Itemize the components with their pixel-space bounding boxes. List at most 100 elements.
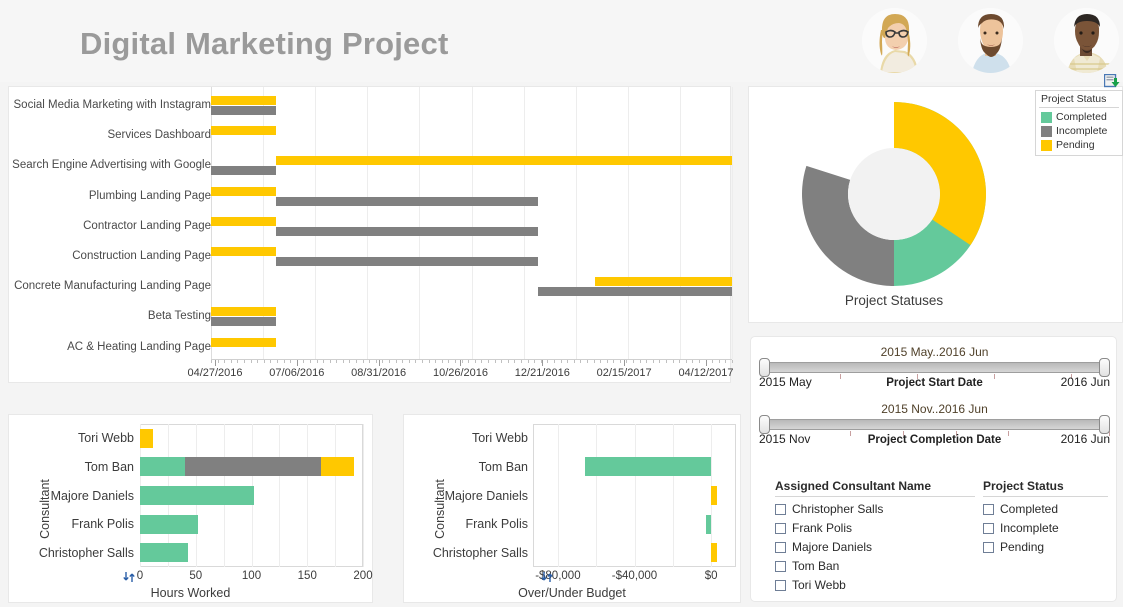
gantt-bar-incomplete[interactable] [276,257,539,266]
checkbox-icon[interactable] [775,560,786,572]
gantt-bar-pending[interactable] [211,216,277,226]
start-date-slider-track[interactable] [759,362,1110,373]
gantt-axis-minor-tick [553,360,555,363]
budget-bar[interactable] [711,543,718,563]
gantt-bar-incomplete[interactable] [211,106,277,115]
gantt-bar-incomplete[interactable] [276,226,539,236]
gantt-axis-minor-tick [474,360,476,363]
filter-checkbox-row[interactable]: Completed [983,502,1108,516]
hours-category-label: Christopher Salls [38,545,134,560]
gantt-axis-date-label: 08/31/2016 [351,367,407,379]
gantt-x-axis: 04/27/2016 07/06/2016 08/31/2016 10/26/2016… [9,359,734,384]
hours-x-tick-label: 0 [136,570,144,582]
gantt-axis-minor-tick [382,360,384,363]
filter-checkbox-row[interactable]: Incomplete [983,521,1108,535]
budget-bar[interactable] [584,457,712,477]
checkbox-icon[interactable] [775,522,786,534]
legend-item[interactable]: Completed [1039,110,1119,124]
gantt-axis-minor-tick [408,360,410,363]
gantt-axis-minor-tick [250,360,252,363]
budget-bar[interactable] [711,486,718,505]
page-title: Digital Marketing Project [80,26,449,61]
gantt-axis-minor-tick [441,360,443,363]
gantt-axis-minor-tick [468,360,470,363]
donut-chart [749,91,1039,291]
gantt-axis-minor-tick [428,360,430,363]
hours-bar-segment[interactable] [140,457,185,477]
gantt-bar-pending[interactable] [211,186,277,196]
hours-gridline-minor [279,424,281,567]
status-filter-items: Completed Incomplete Pending [983,502,1108,554]
filter-checkbox-row[interactable]: Christopher Salls [775,502,975,516]
gantt-bar-pending[interactable] [211,96,277,105]
gantt-bar-incomplete[interactable] [538,287,732,297]
gantt-axis-minor-tick [455,360,456,363]
sort-ascending-icon[interactable] [541,570,555,582]
filter-checkbox-row[interactable]: Tori Webb [775,578,975,592]
gantt-row[interactable]: Contractor Landing Page [9,211,732,245]
filter-checkbox-row[interactable]: Majore Daniels [775,540,975,554]
gantt-row[interactable]: Construction Landing Page [9,241,732,275]
legend-swatch [1041,125,1052,137]
filter-checkbox-row[interactable]: Frank Polis [775,521,975,535]
hours-bar-segment[interactable] [140,486,254,505]
gantt-axis-minor-tick [263,360,265,363]
gantt-axis-minor-tick [303,360,305,363]
gantt-axis-major-tick [705,360,707,366]
gantt-axis-minor-tick [276,360,278,363]
gantt-axis-minor-tick [573,360,575,363]
gantt-row[interactable]: Beta Testing [9,301,732,335]
hours-category-label: Frank Polis [71,517,134,532]
checkbox-icon[interactable] [983,541,994,553]
legend-title: Project Status [1039,93,1119,108]
hours-bar-segment[interactable] [140,514,198,534]
budget-x-axis-title: Over/Under Budget [518,586,626,600]
gantt-bar-incomplete[interactable] [211,317,277,327]
completion-date-slider-track[interactable] [759,419,1110,430]
filter-checkbox-row[interactable]: Tom Ban [775,559,975,573]
gantt-bar-incomplete[interactable] [211,166,277,176]
gantt-row-label: Construction Landing Page [72,250,211,262]
checkbox-icon[interactable] [983,503,994,515]
gantt-bar-pending[interactable] [594,277,732,287]
gantt-row[interactable]: Plumbing Landing Page [9,181,732,215]
hours-category-label: Tori Webb [77,431,134,446]
legend-swatch [1041,139,1052,151]
donut-hole [848,148,940,240]
hours-bar-segment[interactable] [140,428,154,448]
budget-bar[interactable] [706,514,712,534]
budget-category-label: Tom Ban [478,459,528,474]
checkbox-icon[interactable] [983,522,994,534]
gantt-bar-pending[interactable] [276,156,732,166]
gantt-row[interactable]: Social Media Marketing with Instagram [9,90,732,124]
gantt-row-label: Plumbing Landing Page [88,189,211,202]
hours-bar-segment[interactable] [320,457,355,477]
export-download-icon[interactable] [1103,73,1120,88]
checkbox-icon[interactable] [775,503,786,515]
filter-checkbox-row[interactable]: Pending [983,540,1108,554]
gantt-axis-minor-tick [323,360,325,363]
checkbox-icon[interactable] [775,541,786,553]
project-completion-date-slider[interactable]: 2015 Nov..2016 Jun 2015 Nov 2016 Jun Pro… [759,402,1110,448]
gantt-axis-minor-tick [316,360,318,363]
budget-x-tick-label: -$40,000 [611,570,658,582]
gantt-bar-pending[interactable] [211,307,277,317]
gantt-bar-pending[interactable] [211,126,277,136]
hours-bar-segment[interactable] [184,457,321,477]
gantt-bar-incomplete[interactable] [276,196,539,206]
gantt-bar-pending[interactable] [211,247,277,256]
checkbox-icon[interactable] [775,579,786,591]
gantt-axis-minor-tick [732,360,733,363]
gantt-row[interactable]: Services Dashboard [9,120,732,154]
legend-item[interactable]: Incomplete [1039,124,1119,138]
project-start-date-slider[interactable]: 2015 May..2016 Jun 2015 May 2016 Jun Pro… [759,345,1110,391]
budget-gridline [557,424,559,567]
gantt-axis-date-label: 07/06/2016 [269,367,325,379]
gantt-row[interactable]: Search Engine Advertising with Google [9,150,732,184]
gantt-axis-minor-tick [619,360,621,363]
gantt-bar-pending[interactable] [211,337,277,347]
gantt-row[interactable]: Concrete Manufacturing Landing Page [9,271,732,305]
hours-bar-segment[interactable] [140,543,188,563]
sort-ascending-icon[interactable] [123,570,137,582]
legend-item[interactable]: Pending [1039,138,1119,152]
